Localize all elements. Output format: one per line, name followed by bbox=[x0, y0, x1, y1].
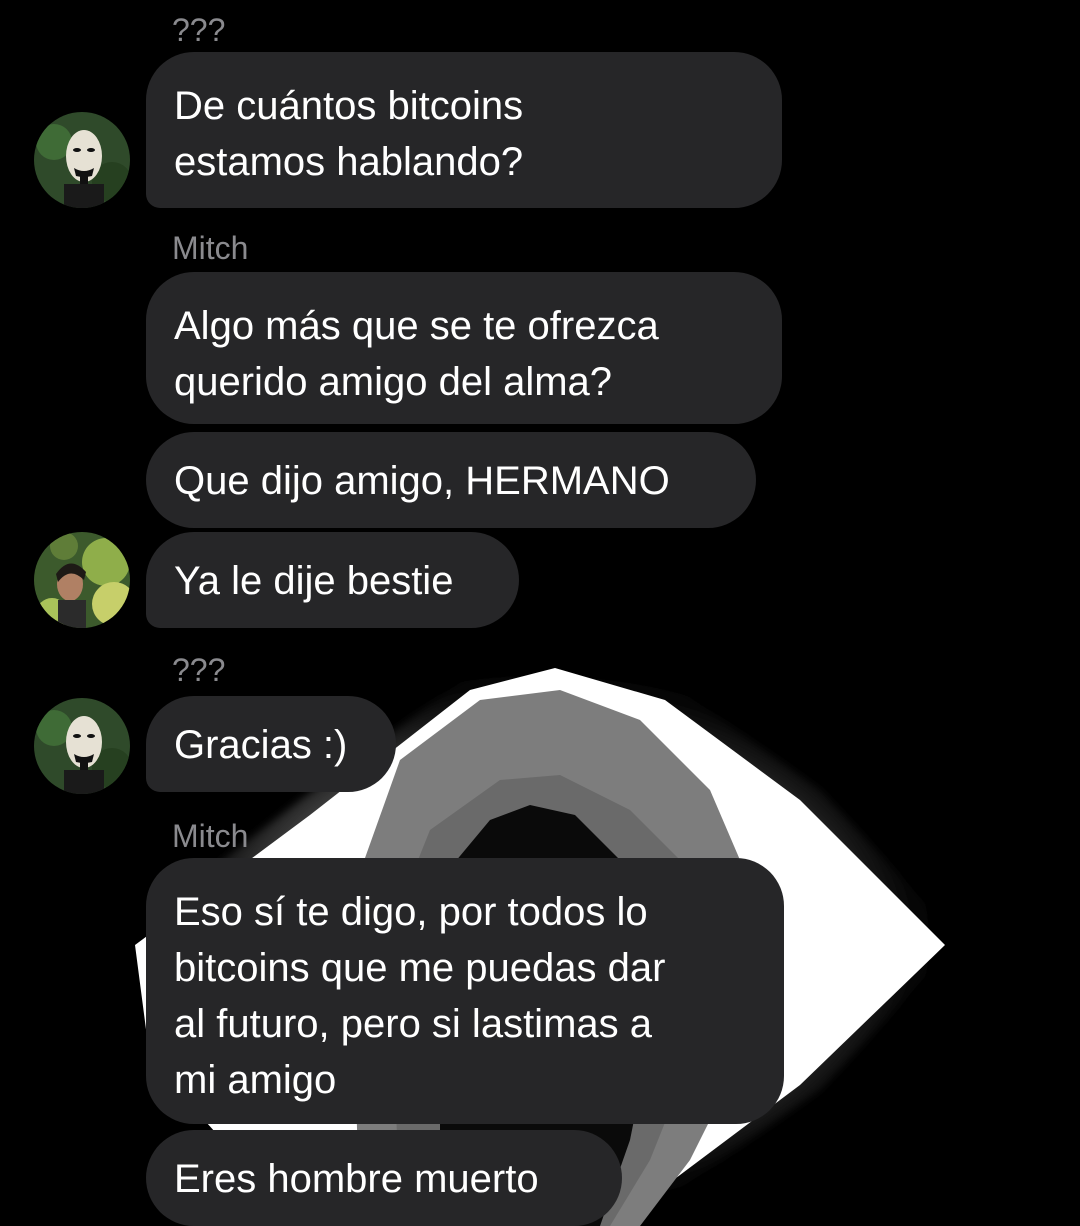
sender-name: ??? bbox=[172, 12, 226, 48]
sender-avatar[interactable] bbox=[34, 532, 130, 628]
sender-name: Mitch bbox=[172, 818, 249, 854]
message-bubble[interactable]: Algo más que se te ofrezca querido amigo… bbox=[146, 272, 782, 424]
sender-avatar[interactable] bbox=[34, 112, 130, 208]
sender-name: Mitch bbox=[172, 230, 249, 266]
person-leaves-avatar-icon bbox=[34, 532, 130, 628]
sender-avatar[interactable] bbox=[34, 698, 130, 794]
message-bubble[interactable]: Ya le dije bestie bbox=[146, 532, 519, 628]
message-bubble[interactable]: De cuántos bitcoins estamos hablando? bbox=[146, 52, 782, 208]
message-bubble[interactable]: Eres hombre muerto bbox=[146, 1130, 622, 1226]
mask-avatar-icon bbox=[34, 698, 130, 794]
mask-avatar-icon bbox=[34, 112, 130, 208]
sender-name: ??? bbox=[172, 652, 226, 688]
message-bubble[interactable]: Eso sí te digo, por todos lo bitcoins qu… bbox=[146, 858, 784, 1124]
message-bubble[interactable]: Que dijo amigo, HERMANO bbox=[146, 432, 756, 528]
message-bubble[interactable]: Gracias :) bbox=[146, 696, 396, 792]
